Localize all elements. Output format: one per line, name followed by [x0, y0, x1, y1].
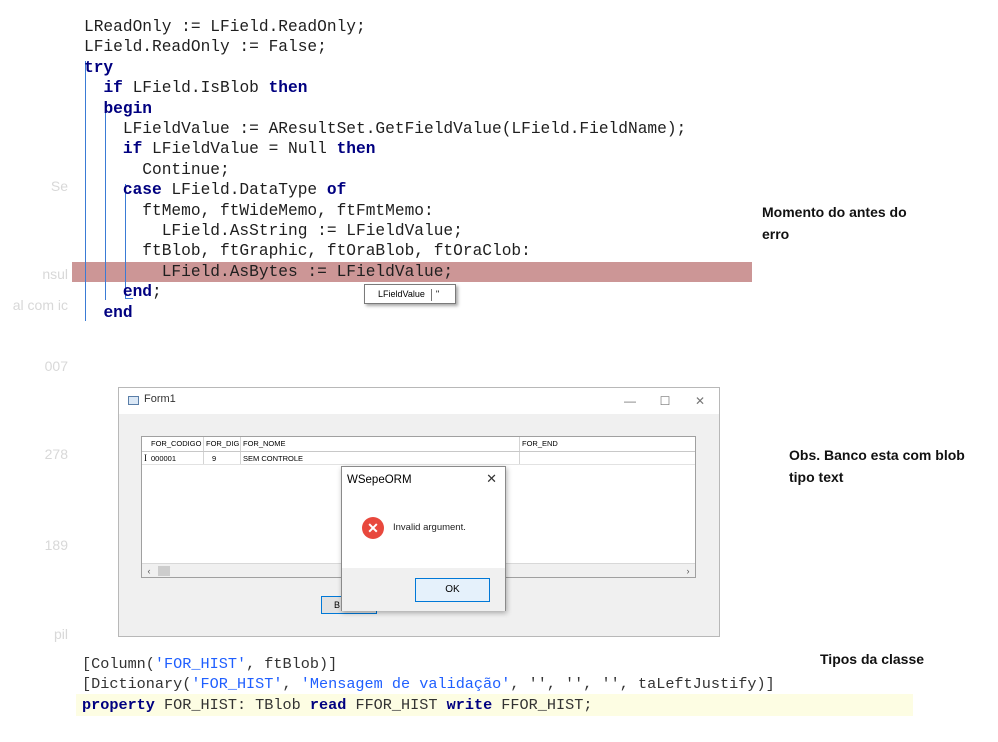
scrollbar-thumb[interactable] — [158, 566, 170, 576]
code-editor-snippet: LReadOnly := LField.ReadOnly; LField.Read… — [84, 17, 764, 327]
code-text: ftBlob, ftGraphic, ftOraBlob, ftOraClob: — [84, 242, 531, 261]
close-icon[interactable]: ✕ — [486, 471, 497, 487]
dialog-title: WSepeORM — [347, 474, 412, 486]
ghost-text: al com ic — [12, 297, 68, 313]
ghost-text: 278 — [44, 446, 68, 462]
code-keyword: end — [103, 303, 133, 322]
code-text: LField.AsString := LFieldValue; — [84, 222, 463, 240]
code-keyword: case — [122, 181, 162, 200]
code-line: begin — [84, 99, 152, 119]
code-text: Continue; — [84, 160, 230, 179]
table-cell[interactable] — [520, 452, 696, 464]
code-line: end — [84, 303, 133, 323]
table-cell[interactable]: 000001 — [149, 452, 204, 464]
code-line: LField.AsBytes := LFieldValue; — [84, 262, 453, 282]
code-keyword: then — [268, 79, 308, 98]
scroll-right-icon[interactable]: › — [681, 564, 695, 578]
code-keyword: try — [84, 58, 114, 77]
form-app-icon — [128, 396, 139, 405]
form1-title-bar: Form1 — ☐ ✕ — [119, 388, 719, 414]
note-banco-blob: Obs. Banco esta com blob tipo text — [789, 447, 965, 485]
row-indicator: I — [144, 453, 147, 463]
column-header[interactable]: FOR_END — [520, 437, 696, 451]
code-line: LFieldValue := AResultSet.GetFieldValue(… — [84, 119, 686, 139]
code-text: ; — [152, 283, 162, 302]
code-line: if LFieldValue = Null then — [84, 139, 376, 159]
ghost-text: nsul — [42, 266, 68, 282]
scroll-left-icon[interactable]: ‹ — [142, 564, 156, 578]
column-header[interactable]: FOR_DIG — [204, 437, 241, 451]
error-icon: ✕ — [362, 517, 384, 539]
dialog-message: Invalid argument. — [393, 522, 466, 533]
ghost-text: 189 — [44, 537, 68, 553]
code-line: end; — [84, 282, 162, 302]
code-keyword: if — [122, 140, 143, 159]
note-momento-antes: Momento do antes do erro — [762, 204, 907, 242]
code-line-column-attr: [Column('FOR_HIST', ftBlob)] — [82, 655, 338, 673]
code-line: ftMemo, ftWideMemo, ftFmtMemo: — [84, 201, 434, 221]
code-text: LField.DataType — [161, 181, 327, 200]
code-text: LFieldValue = Null — [142, 140, 337, 159]
code-keyword: of — [326, 181, 347, 200]
code-keyword: if — [103, 79, 123, 98]
table-row[interactable]: I 000001 9 SEM CONTROLE — [142, 452, 695, 465]
code-keyword: end — [122, 283, 153, 302]
code-line: LField.ReadOnly := False; — [84, 37, 327, 57]
code-line: Continue; — [84, 160, 230, 180]
code-text: LField.IsBlob — [122, 79, 269, 98]
code-line: try — [84, 58, 113, 78]
code-line: LField.AsString := LFieldValue; — [84, 221, 463, 241]
code-line-dictionary-attr: [Dictionary('FOR_HIST', 'Mensagem de val… — [82, 675, 775, 693]
table-cell[interactable]: 9 — [204, 452, 241, 464]
code-text: LReadOnly := LField.ReadOnly; — [84, 18, 366, 36]
code-line: if LField.IsBlob then — [84, 78, 307, 98]
code-line: case LField.DataType of — [84, 180, 346, 200]
code-text: LFieldValue := AResultSet.GetFieldValue(… — [84, 120, 687, 138]
code-line: LReadOnly := LField.ReadOnly; — [84, 17, 366, 37]
code-line: ftBlob, ftGraphic, ftOraBlob, ftOraClob: — [84, 241, 531, 261]
code-text: LField.AsBytes := LFieldValue; — [84, 262, 454, 281]
code-text: ftMemo, ftWideMemo, ftFmtMemo: — [84, 201, 434, 220]
ghost-text: 007 — [44, 358, 68, 374]
ok-button[interactable]: OK — [415, 578, 490, 602]
note-tipos-classe: Tipos da classe — [820, 651, 925, 667]
code-line-property: property FOR_HIST: TBlob read FFOR_HIST … — [82, 696, 593, 714]
code-keyword: then — [336, 140, 376, 159]
form1-title: Form1 — [144, 393, 176, 405]
tooltip-variable-value: '' — [435, 289, 440, 299]
maximize-icon[interactable]: ☐ — [650, 392, 680, 410]
debug-hint-tooltip: LFieldValue '' — [364, 284, 456, 304]
table-cell[interactable]: SEM CONTROLE — [241, 452, 520, 464]
error-dialog: WSepeORM ✕ ✕ Invalid argument. OK — [341, 466, 506, 611]
minimize-icon[interactable]: — — [615, 392, 645, 410]
column-header[interactable]: FOR_CODIGO — [149, 437, 204, 451]
ghost-text: pil — [53, 626, 68, 642]
code-keyword: begin — [103, 99, 153, 118]
tooltip-variable-name: LFieldValue — [378, 289, 425, 299]
close-icon[interactable]: ✕ — [685, 392, 715, 410]
code-text: LField.ReadOnly := False; — [84, 38, 327, 57]
ghost-text: Se — [50, 178, 68, 194]
dialog-footer: OK — [342, 568, 505, 611]
column-header[interactable]: FOR_NOME — [241, 437, 520, 451]
grid-header: FOR_CODIGO FOR_DIG FOR_NOME FOR_END — [142, 437, 695, 452]
